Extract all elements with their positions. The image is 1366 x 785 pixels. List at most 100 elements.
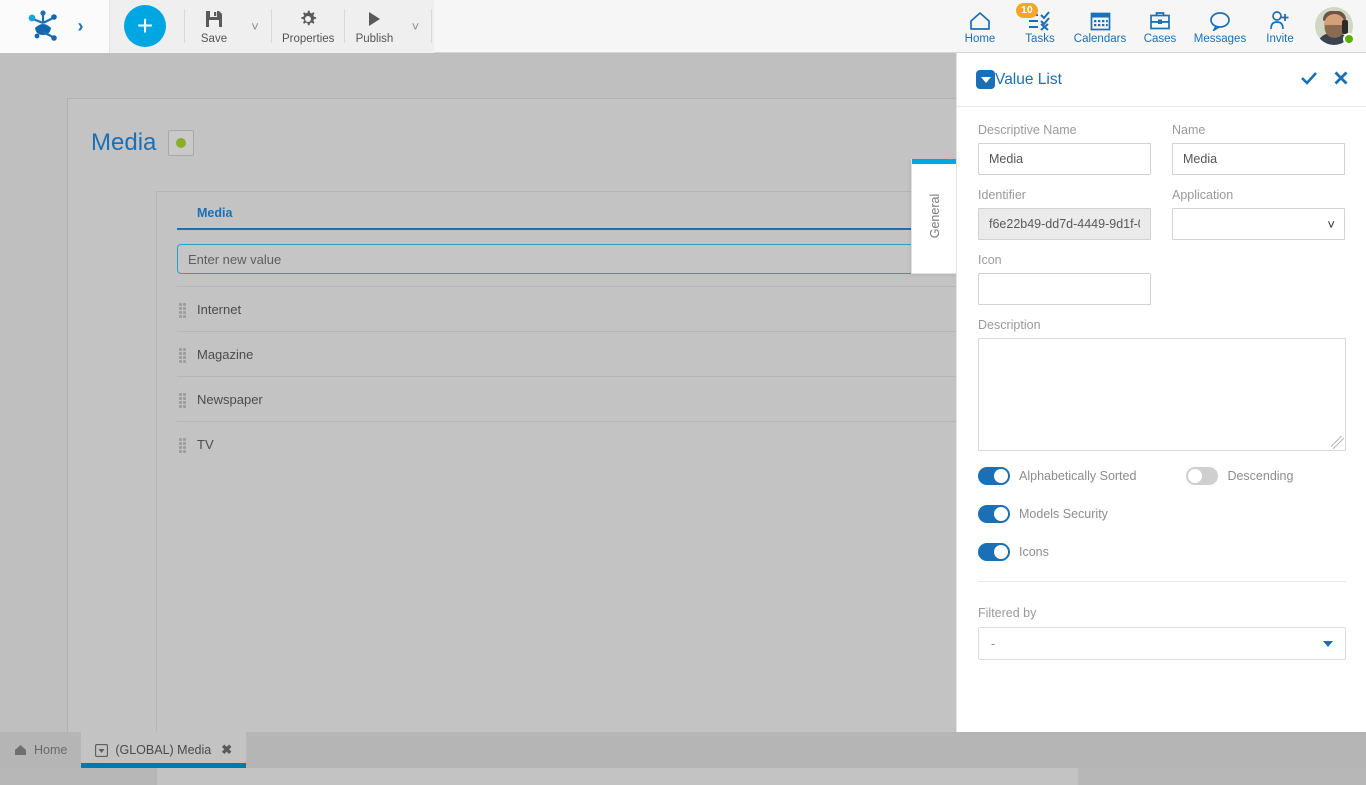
calendar-icon [1089, 7, 1112, 31]
nav-item-messages[interactable]: Messages [1190, 1, 1250, 51]
top-toolbar: › + Save ˅ Pro [0, 0, 1366, 53]
list-item-label: Internet [197, 302, 241, 317]
list-item-label: TV [197, 437, 214, 452]
drag-handle-icon[interactable] [179, 393, 188, 406]
identifier-field: Identifier [978, 188, 1151, 240]
home-icon [968, 7, 992, 31]
nav-item-calendars[interactable]: Calendars [1070, 1, 1130, 51]
descriptive-name-input[interactable] [978, 143, 1151, 175]
tab-general[interactable]: General [911, 159, 957, 274]
toggle-icons[interactable]: Icons [978, 543, 1049, 561]
briefcase-icon [1148, 7, 1172, 31]
nav-label-tasks: Tasks [1025, 33, 1054, 45]
global-navigation: Home 10 Tasks [950, 0, 1366, 53]
panel-actions [1301, 71, 1348, 88]
application-select[interactable] [1172, 208, 1345, 240]
toggle-label: Descending [1227, 469, 1293, 483]
avatar[interactable] [1310, 1, 1358, 51]
close-button[interactable] [1334, 71, 1348, 88]
save-button[interactable]: Save [187, 2, 241, 50]
description-textarea[interactable] [978, 338, 1346, 451]
toggle-row-models-security: Models Security [978, 505, 1346, 523]
icon-field: Icon [978, 253, 1151, 305]
drag-handle-icon[interactable] [179, 438, 188, 451]
descriptive-name-field: Descriptive Name [978, 123, 1151, 175]
identifier-application-row: Identifier Application ˅ [978, 188, 1346, 253]
chevron-right-icon[interactable]: › [78, 17, 84, 35]
dropdown-triangle-icon [1323, 641, 1333, 647]
list-item[interactable]: Internet [177, 286, 1057, 331]
page-title: Media [91, 129, 156, 157]
tab-global-media-label: (GLOBAL) Media [115, 743, 211, 757]
person-plus-icon [1268, 7, 1292, 31]
tab-active-indicator [912, 159, 958, 164]
nav-label-home: Home [965, 33, 996, 45]
toolbar-divider [431, 9, 432, 43]
list-item-label: Newspaper [197, 392, 263, 407]
save-label: Save [201, 33, 227, 45]
application-select-wrap: ˅ [1172, 208, 1345, 240]
toggle-switch[interactable] [1186, 467, 1218, 485]
toggle-row-icons: Icons [978, 543, 1346, 561]
toggle-switch[interactable] [978, 467, 1010, 485]
toggle-label: Icons [1019, 545, 1049, 559]
toggle-alphabetically-sorted[interactable]: Alphabetically Sorted [978, 467, 1136, 485]
close-icon[interactable]: ✖ [221, 742, 232, 758]
description-field: Description [978, 318, 1346, 451]
save-dropdown-caret-icon[interactable]: ˅ [241, 2, 269, 50]
list-item[interactable]: Magazine [177, 331, 1057, 376]
identifier-label: Identifier [978, 188, 1151, 202]
gear-icon [298, 8, 318, 30]
drag-handle-icon[interactable] [179, 348, 188, 361]
nav-item-home[interactable]: Home [950, 1, 1010, 51]
publish-button[interactable]: Publish [347, 2, 401, 50]
add-button[interactable]: + [124, 5, 166, 47]
identifier-input [978, 208, 1151, 240]
tab-bar-empty-space [246, 732, 1366, 768]
descriptive-name-label: Descriptive Name [978, 123, 1151, 137]
panel-title: Value List [995, 71, 1062, 89]
list-item[interactable]: Newspaper [177, 376, 1057, 421]
value-list-dropdown-icon [95, 744, 108, 757]
filtered-by-value: - [991, 637, 995, 651]
tab-home-label: Home [34, 743, 67, 757]
panel-body: Descriptive Name Name Identifier Applica… [957, 107, 1366, 660]
filtered-by-select[interactable]: - [978, 627, 1346, 660]
filtered-by-label: Filtered by [978, 606, 1346, 620]
toggle-switch[interactable] [978, 505, 1010, 523]
properties-button[interactable]: Properties [274, 2, 342, 50]
tab-home[interactable]: Home [0, 732, 81, 768]
toggle-models-security[interactable]: Models Security [978, 505, 1108, 523]
application-field: Application ˅ [1172, 188, 1345, 240]
value-list-editor: Media Internet Magazine [156, 191, 1078, 785]
nav-item-cases[interactable]: Cases [1130, 1, 1190, 51]
page-title-row: Media [68, 99, 1076, 157]
toggle-switch[interactable] [978, 543, 1010, 561]
logo-zone: › [0, 0, 110, 53]
value-list-properties-panel: Value List Descriptive Name Name [956, 53, 1366, 768]
tab-general-label: General [928, 194, 942, 238]
tasks-badge: 10 [1016, 3, 1038, 18]
nav-item-invite[interactable]: Invite [1250, 1, 1310, 51]
status-indicator-box[interactable] [168, 130, 194, 156]
nav-item-tasks[interactable]: 10 Tasks [1010, 1, 1070, 51]
bottom-tab-bar: Home (GLOBAL) Media ✖ [0, 732, 1366, 768]
tab-global-media[interactable]: (GLOBAL) Media ✖ [81, 732, 246, 768]
toggle-group: Alphabetically Sorted Descending Models … [978, 467, 1346, 561]
value-list: Internet Magazine Newspaper [177, 286, 1057, 466]
toggle-label: Models Security [1019, 507, 1108, 521]
publish-dropdown-caret-icon[interactable]: ˅ [401, 2, 429, 50]
play-triangle-icon [364, 8, 384, 30]
name-input[interactable] [1172, 143, 1345, 175]
toggle-row-sorting: Alphabetically Sorted Descending [978, 467, 1346, 485]
properties-label: Properties [282, 33, 334, 45]
network-node-logo[interactable] [26, 10, 60, 42]
home-icon [14, 744, 27, 756]
nav-label-cases: Cases [1144, 33, 1177, 45]
toggle-descending[interactable]: Descending [1186, 467, 1293, 485]
confirm-button[interactable] [1301, 71, 1317, 88]
speech-bubble-icon [1208, 7, 1232, 31]
list-item[interactable]: TV [177, 421, 1057, 466]
icon-input[interactable] [978, 273, 1151, 305]
drag-handle-icon[interactable] [179, 303, 188, 316]
